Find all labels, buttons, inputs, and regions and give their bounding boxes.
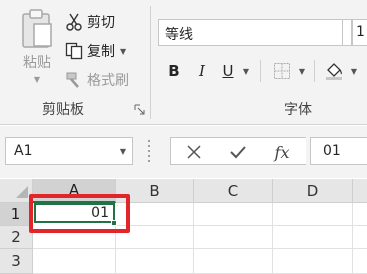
cell-e3[interactable] xyxy=(353,249,367,274)
font-name-dropdown[interactable] xyxy=(343,19,352,46)
cut-label: 剪切 xyxy=(87,15,115,31)
copy-button[interactable]: 复制 ▼ xyxy=(64,40,126,62)
paste-button[interactable]: 粘贴 ▼ xyxy=(16,8,58,88)
worksheet-grid: A B C D 1 2 3 01 xyxy=(0,179,367,274)
select-all-triangle-icon xyxy=(16,186,28,198)
enter-button[interactable] xyxy=(223,141,253,163)
dialog-launcher-icon[interactable] xyxy=(134,104,145,115)
format-painter-label: 格式刷 xyxy=(87,73,129,89)
scissors-icon xyxy=(64,12,84,32)
column-header-e[interactable] xyxy=(353,179,367,203)
toolbar-separator xyxy=(314,60,315,82)
italic-button[interactable]: I xyxy=(192,60,212,82)
borders-icon xyxy=(274,63,290,79)
name-box-value: A1 xyxy=(14,143,33,159)
font-size-combobox[interactable]: 1 xyxy=(352,19,367,46)
fill-color-button[interactable] xyxy=(322,60,346,82)
formula-bar: A1 ▼ fx 01 xyxy=(0,126,367,178)
cell-d3[interactable] xyxy=(273,249,353,274)
cell-b3[interactable] xyxy=(116,249,194,274)
font-group-label: 字体 xyxy=(284,102,312,118)
borders-dropdown-icon[interactable]: ▼ xyxy=(296,60,308,82)
paste-label: 粘贴 xyxy=(23,55,51,71)
cancel-button[interactable] xyxy=(179,141,209,163)
clipboard-group-label: 剪贴板 xyxy=(42,102,84,118)
cell-d1[interactable] xyxy=(273,203,353,226)
paste-dropdown-icon[interactable]: ▼ xyxy=(16,75,58,84)
cell-c1[interactable] xyxy=(194,203,273,226)
cell-e2[interactable] xyxy=(353,226,367,249)
cell-c3[interactable] xyxy=(194,249,273,274)
row-header-3[interactable]: 3 xyxy=(0,249,33,274)
underline-button[interactable]: U xyxy=(218,60,238,82)
formula-bar-resize-handle[interactable] xyxy=(147,140,151,162)
toolbar-separator xyxy=(260,60,261,82)
paintbrush-icon xyxy=(64,70,84,90)
paint-bucket-icon xyxy=(326,63,342,80)
ribbon: 粘贴 ▼ 剪切 复制 ▼ 格式刷 剪贴板 等线 1 B I U ▼ ▼ ▼ 字体 xyxy=(0,0,367,125)
bold-button[interactable]: B xyxy=(164,60,184,82)
name-box-dropdown-icon[interactable]: ▼ xyxy=(120,147,126,156)
group-separator xyxy=(150,6,151,119)
copy-label: 复制 xyxy=(87,44,115,60)
underline-dropdown-icon[interactable]: ▼ xyxy=(240,60,252,82)
column-header-c[interactable]: C xyxy=(194,179,273,203)
name-box[interactable]: A1 ▼ xyxy=(5,137,133,165)
fill-color-dropdown-icon[interactable]: ▼ xyxy=(348,60,360,82)
formula-buttons: fx xyxy=(170,137,306,165)
copy-dropdown-icon[interactable]: ▼ xyxy=(120,47,126,56)
cell-d2[interactable] xyxy=(273,226,353,249)
cut-button[interactable]: 剪切 xyxy=(64,11,115,33)
cell-c2[interactable] xyxy=(194,226,273,249)
copy-icon xyxy=(64,41,84,61)
cell-e1[interactable] xyxy=(353,203,367,226)
formula-input[interactable]: 01 xyxy=(310,137,367,165)
insert-function-button[interactable]: fx xyxy=(267,141,297,163)
font-name-combobox[interactable]: 等线 xyxy=(158,19,343,46)
clipboard-paste-icon xyxy=(22,9,52,48)
cell-a3[interactable] xyxy=(33,249,116,274)
borders-button[interactable] xyxy=(270,60,294,82)
close-icon xyxy=(187,145,201,159)
checkmark-icon xyxy=(230,146,246,159)
highlight-annotation-box xyxy=(29,194,130,233)
column-header-d[interactable]: D xyxy=(273,179,353,203)
format-painter-button[interactable]: 格式刷 xyxy=(64,69,129,91)
